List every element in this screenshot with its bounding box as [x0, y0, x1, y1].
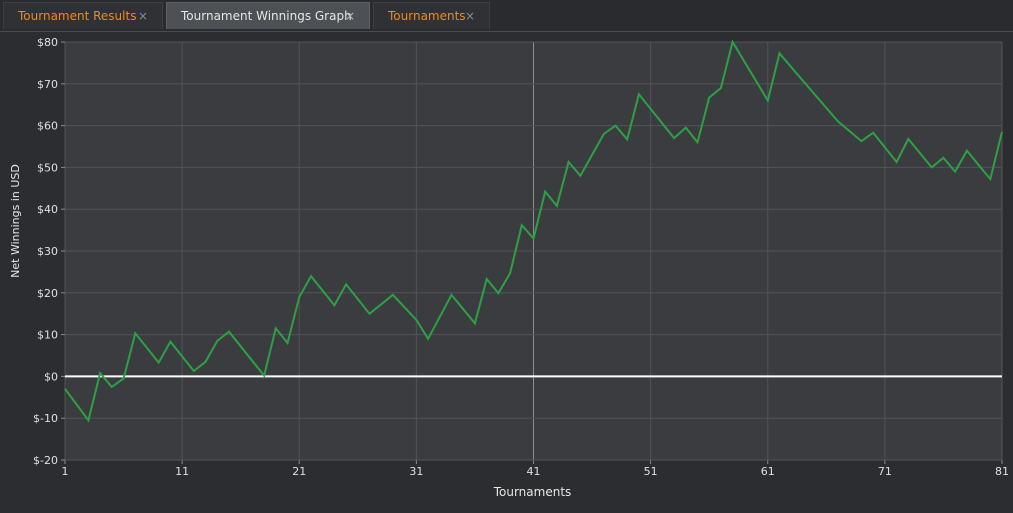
close-icon[interactable]: ×	[138, 9, 148, 23]
close-icon[interactable]: ×	[345, 9, 355, 23]
winnings-graph-panel: 1 11 21 31 41 51 61 71 81 $80 $70 $60 $50 $40 $30 $20 $1…	[0, 32, 1013, 513]
x-tick-label: 71	[878, 465, 892, 478]
x-tick-label: 61	[761, 465, 775, 478]
tab-tournament-winnings-graph[interactable]: Tournament Winnings Graph ×	[166, 2, 370, 29]
y-tick-label: $-20	[33, 454, 58, 467]
y-tick-label: $60	[37, 120, 58, 133]
x-tick-label: 81	[995, 465, 1009, 478]
y-tick-label: $40	[37, 203, 58, 216]
y-tick-label: $0	[44, 370, 58, 383]
y-tick-label: $80	[37, 36, 58, 49]
y-tick-label: $50	[37, 161, 58, 174]
x-tick-label: 1	[62, 465, 69, 478]
x-axis-title: Tournaments	[493, 485, 572, 499]
winnings-line-chart: 1 11 21 31 41 51 61 71 81$80$70$60$50$40$30$20$1…	[9, 36, 1009, 499]
y-axis-title: Net Winnings in USD	[9, 164, 22, 278]
x-tick-label: 21	[292, 465, 306, 478]
tab-label: Tournament Results	[18, 9, 137, 23]
close-icon[interactable]: ×	[465, 9, 475, 23]
tab-bar: Tournament Results × Tournament Winnings…	[0, 0, 1013, 32]
tab-tournaments[interactable]: Tournaments ×	[373, 2, 490, 29]
x-tick-label: 51	[644, 465, 658, 478]
x-tick-label: 31	[409, 465, 423, 478]
tab-tournament-results[interactable]: Tournament Results ×	[3, 2, 163, 29]
x-tick-label: 41	[527, 465, 541, 478]
y-tick-label: $70	[37, 78, 58, 91]
tab-label: Tournament Winnings Graph	[181, 9, 352, 23]
y-tick-label: $30	[37, 245, 58, 258]
y-tick-label: $-10	[33, 412, 58, 425]
y-tick-label: $20	[37, 287, 58, 300]
x-tick-label: 11	[175, 465, 189, 478]
y-tick-label: $10	[37, 329, 58, 342]
tab-label: Tournaments	[388, 9, 466, 23]
